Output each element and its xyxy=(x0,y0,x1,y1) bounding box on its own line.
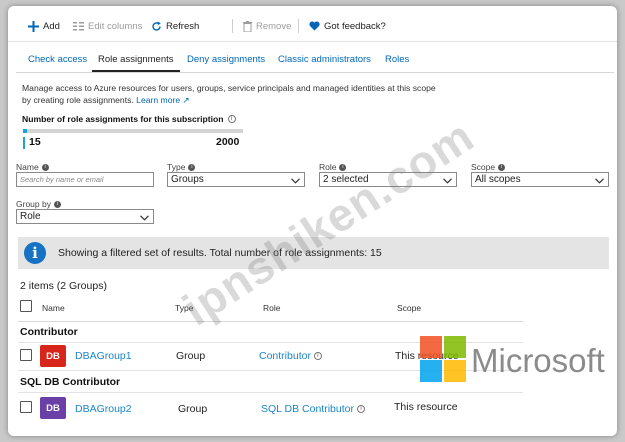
scope-dropdown[interactable]: All scopes xyxy=(471,172,609,187)
group-by-dropdown[interactable]: Role xyxy=(16,209,154,224)
info-icon[interactable]: i xyxy=(188,163,196,171)
tab-role-assignments[interactable]: Role assignments xyxy=(98,54,174,65)
assignments-progress-fill xyxy=(23,129,28,133)
info-icon: i xyxy=(24,242,46,264)
name-search-input[interactable]: Search by name or email xyxy=(16,172,154,187)
name-filter-label: Name i xyxy=(16,162,49,172)
group-name-link[interactable]: DBAGroup1 xyxy=(75,350,132,362)
row-divider xyxy=(18,342,523,343)
role-dropdown[interactable]: 2 selected xyxy=(319,172,457,187)
azure-iam-panel: Add Edit columns Refresh Remove Got feed… xyxy=(8,6,617,436)
info-icon[interactable]: i xyxy=(498,163,506,171)
feedback-button[interactable]: Got feedback? xyxy=(309,18,386,34)
external-link-icon: ↗ xyxy=(182,94,190,105)
role-link[interactable]: SQL DB Contributor xyxy=(261,403,354,415)
filter-info-banner: i Showing a filtered set of results. Tot… xyxy=(18,237,609,269)
group-header-sql-db-contributor: SQL DB Contributor xyxy=(20,376,121,388)
page-description: Manage access to Azure resources for use… xyxy=(22,83,442,106)
description-text: Manage access to Azure resources for use… xyxy=(22,83,436,105)
items-count: 2 items (2 Groups) xyxy=(20,280,107,292)
row-checkbox[interactable] xyxy=(20,401,32,413)
chevron-down-icon xyxy=(443,176,452,187)
refresh-button[interactable]: Refresh xyxy=(151,18,199,34)
chevron-down-icon xyxy=(291,176,300,187)
info-icon[interactable]: i xyxy=(356,405,365,413)
edit-columns-button[interactable]: Edit columns xyxy=(73,18,142,34)
role-filter-label: Role i xyxy=(319,162,347,172)
row-scope: This resource xyxy=(394,401,458,413)
remove-button[interactable]: Remove xyxy=(243,18,291,34)
tabs-divider xyxy=(16,72,614,73)
info-icon[interactable]: i xyxy=(41,163,49,171)
scope-filter-label: Scope i xyxy=(471,162,506,172)
tab-deny-assignments[interactable]: Deny assignments xyxy=(187,54,265,65)
role-cell: SQL DB Contributor i xyxy=(261,403,365,415)
add-label: Add xyxy=(43,20,60,32)
heart-icon xyxy=(309,21,320,31)
row-checkbox[interactable] xyxy=(20,349,32,361)
row-type: Group xyxy=(178,403,208,415)
assignments-max: 2000 xyxy=(216,136,240,148)
refresh-icon xyxy=(151,21,162,32)
column-header-name[interactable]: Name xyxy=(42,303,65,313)
assignments-count-title: Number of role assignments for this subs… xyxy=(22,114,236,124)
info-icon[interactable]: i xyxy=(313,352,322,360)
info-icon[interactable]: i xyxy=(53,200,61,208)
tab-check-access[interactable]: Check access xyxy=(28,54,87,65)
row-divider xyxy=(18,370,523,371)
column-header-role[interactable]: Role xyxy=(263,303,280,313)
chevron-down-icon xyxy=(595,176,604,187)
row-divider xyxy=(18,392,523,393)
learn-more-link[interactable]: Learn more ↗ xyxy=(136,95,190,105)
refresh-label: Refresh xyxy=(166,20,200,32)
plus-icon xyxy=(28,20,39,32)
assignments-progress-bar xyxy=(23,129,243,133)
role-link[interactable]: Contributor xyxy=(259,350,311,362)
row-type: Group xyxy=(176,350,206,362)
toolbar-divider xyxy=(298,19,299,33)
columns-icon xyxy=(73,21,84,31)
assignments-current: 15 xyxy=(29,136,41,148)
feedback-label: Got feedback? xyxy=(324,20,386,32)
type-filter-label: Type i xyxy=(167,162,196,172)
remove-label: Remove xyxy=(256,20,292,32)
tab-roles[interactable]: Roles xyxy=(385,54,409,65)
group-avatar: DB xyxy=(40,397,66,419)
row-scope: This resource xyxy=(395,350,459,362)
microsoft-watermark-text: Microsoft xyxy=(471,342,605,379)
group-avatar: DB xyxy=(40,345,66,367)
banner-text: Showing a filtered set of results. Total… xyxy=(58,247,382,259)
tab-classic-administrators[interactable]: Classic administrators xyxy=(278,54,371,65)
column-header-type[interactable]: Type xyxy=(175,303,193,313)
info-icon[interactable]: i xyxy=(339,163,347,171)
chevron-down-icon xyxy=(140,213,149,224)
info-icon[interactable]: i xyxy=(227,115,236,123)
add-button[interactable]: Add xyxy=(28,18,60,34)
command-bar: Add Edit columns Refresh Remove Got feed… xyxy=(8,6,617,42)
toolbar-divider xyxy=(232,19,233,33)
assignments-progress-marker xyxy=(23,137,25,149)
edit-columns-label: Edit columns xyxy=(88,20,143,32)
trash-icon xyxy=(243,20,252,32)
table-header-divider xyxy=(18,321,523,322)
group-name-link[interactable]: DBAGroup2 xyxy=(75,403,132,415)
select-all-checkbox[interactable] xyxy=(20,300,32,312)
role-cell: Contributor i xyxy=(259,350,322,362)
column-header-scope[interactable]: Scope xyxy=(397,303,421,313)
group-by-label: Group by i xyxy=(16,199,61,209)
type-dropdown[interactable]: Groups xyxy=(167,172,305,187)
group-header-contributor: Contributor xyxy=(20,326,78,338)
